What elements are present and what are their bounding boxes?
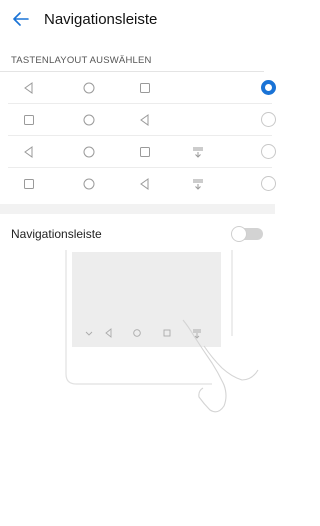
layout-radio-2[interactable] — [261, 112, 276, 127]
navbar-gesture-illustration — [65, 250, 259, 413]
back-icon — [24, 82, 33, 94]
toggle-knob — [231, 226, 247, 242]
navbar-toggle-switch[interactable] — [231, 226, 263, 242]
notification-pull-icon — [193, 147, 203, 158]
recents-icon — [140, 147, 150, 157]
layout-radio-3[interactable] — [261, 144, 276, 159]
back-arrow-icon — [13, 12, 29, 26]
page-title: Navigationsleiste — [44, 10, 158, 28]
header-bar: Navigationsleiste — [0, 0, 275, 38]
layout-option-3[interactable] — [8, 136, 276, 168]
home-icon — [83, 146, 95, 158]
home-icon — [83, 178, 95, 190]
home-icon — [83, 114, 95, 126]
navbar-toggle-row[interactable]: Navigationsleiste — [0, 214, 275, 254]
back-icon — [140, 114, 149, 126]
layout-options-list — [0, 72, 276, 200]
home-icon — [83, 82, 95, 94]
section-heading: TASTENLAYOUT AUSWÄHLEN — [0, 50, 264, 72]
navbar-toggle-label: Navigationsleiste — [11, 227, 102, 241]
layout-option-4[interactable] — [8, 168, 276, 200]
layout-radio-4[interactable] — [261, 176, 276, 191]
layout-radio-1[interactable] — [261, 80, 276, 95]
notification-pull-icon — [193, 179, 203, 190]
phone-screen — [72, 252, 221, 347]
back-icon — [24, 146, 33, 158]
back-icon — [140, 178, 149, 190]
back-button[interactable] — [10, 8, 32, 30]
recents-icon — [24, 179, 34, 189]
recents-icon — [24, 115, 34, 125]
section-divider — [0, 204, 275, 214]
layout-option-1[interactable] — [8, 72, 276, 104]
layout-option-2[interactable] — [8, 104, 276, 136]
recents-icon — [140, 83, 150, 93]
